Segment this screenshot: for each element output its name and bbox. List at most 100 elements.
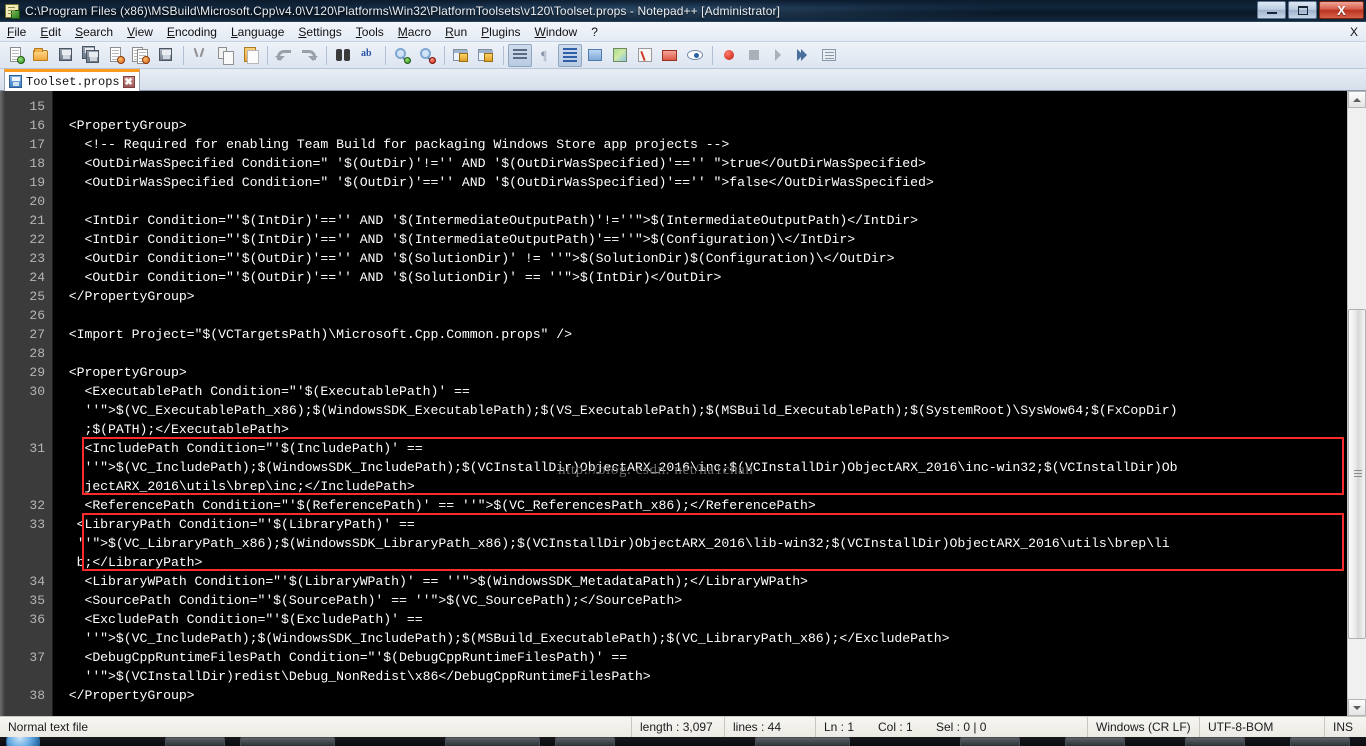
menu-run[interactable]: Run [438,22,474,42]
code-line: <OutDirWasSpecified Condition=" '$(OutDi… [53,156,926,171]
code-text-area[interactable]: <PropertyGroup> <!-- Required for enabli… [53,91,1347,716]
code-line: <!-- Required for enabling Team Build fo… [53,137,730,152]
menu-language[interactable]: Language [224,22,291,42]
scrollbar-thumb[interactable] [1348,309,1366,639]
replace-icon[interactable]: ab [356,44,380,67]
copy-icon[interactable] [213,44,237,67]
sync-horizontal-icon[interactable] [474,44,498,67]
zoom-out-icon[interactable] [415,44,439,67]
code-line: <SourcePath Condition="'$(SourcePath)' =… [53,593,683,608]
sync-vertical-icon[interactable] [449,44,473,67]
new-file-icon[interactable] [4,44,28,67]
toolbar-separator-7 [712,45,713,65]
menu-encoding[interactable]: Encoding [160,22,224,42]
tab-close-icon[interactable]: ✖ [122,75,135,88]
line-number: 15 [29,99,45,114]
window-title: C:\Program Files (x86)\MSBuild\Microsoft… [25,3,781,18]
taskbar-item-3[interactable] [445,737,540,746]
menu-settings[interactable]: Settings [291,22,348,42]
status-insert-mode: INS [1333,719,1354,734]
print-icon[interactable] [154,44,178,67]
code-line: ''">$(VC_IncludePath);$(WindowsSDK_Inclu… [53,631,950,646]
zoom-in-icon[interactable] [390,44,414,67]
folder-as-workspace-icon[interactable] [658,44,682,67]
start-orb-icon[interactable] [6,737,40,746]
menu-plugins[interactable]: Plugins [474,22,527,42]
line-number: 21 [29,213,45,228]
menu-bar: File Edit Search View Encoding Language … [0,22,1366,42]
document-map-icon[interactable] [608,44,632,67]
line-number: 19 [29,175,45,190]
line-number: 24 [29,270,45,285]
user-defined-dialog-icon[interactable] [583,44,607,67]
line-number-gutter: 15 16 17 18 19 20 21 22 23 24 25 26 27 28 29 30 31 32 33 34… [0,91,53,716]
record-macro-icon[interactable] [717,44,741,67]
menu-bar-right-marker: X [1349,24,1358,39]
restore-button[interactable] [1288,1,1317,19]
find-icon[interactable] [331,44,355,67]
menu-macro[interactable]: Macro [391,22,438,42]
editor-area[interactable]: 15 16 17 18 19 20 21 22 23 24 25 26 27 28 29 30 31 32 33 34… [0,91,1366,716]
title-bar: C:\Program Files (x86)\MSBuild\Microsoft… [0,0,1366,22]
close-file-icon[interactable] [104,44,128,67]
line-number: 36 [29,612,45,627]
minimize-button[interactable] [1257,1,1286,19]
menu-window[interactable]: Window [528,22,585,42]
redo-icon[interactable] [297,44,321,67]
line-number: 30 [29,384,45,399]
taskbar-item-7[interactable] [1065,737,1125,746]
scroll-down-arrow-icon[interactable] [1348,699,1366,716]
line-number: 28 [29,346,45,361]
menu-search[interactable]: Search [68,22,120,42]
save-macro-icon[interactable] [817,44,841,67]
stop-recording-icon[interactable] [742,44,766,67]
taskbar-item-5[interactable] [755,737,850,746]
line-number: 23 [29,251,45,266]
vertical-scrollbar[interactable] [1347,91,1366,716]
line-number: 32 [29,498,45,513]
menu-edit[interactable]: Edit [33,22,68,42]
word-wrap-icon[interactable] [508,43,532,67]
status-ln: Ln : 1 [815,716,870,738]
line-number: 18 [29,156,45,171]
menu-help[interactable]: ? [584,22,605,42]
monitoring-icon[interactable] [683,44,707,67]
tab-toolset-props[interactable]: Toolset.props ✖ [4,69,140,91]
function-list-icon[interactable] [633,44,657,67]
line-number: 25 [29,289,45,304]
menu-file[interactable]: File [0,22,33,42]
menu-view[interactable]: View [120,22,160,42]
play-macro-icon[interactable] [767,44,791,67]
taskbar-item-2[interactable] [240,737,335,746]
scroll-up-arrow-icon[interactable] [1348,91,1366,108]
close-all-icon[interactable] [129,44,153,67]
indent-guide-icon[interactable] [558,43,582,67]
show-all-characters-icon[interactable]: ¶ [533,44,557,67]
code-line: <ExecutablePath Condition="'$(Executable… [53,384,470,399]
close-button[interactable]: X [1319,1,1364,19]
toolbar-separator-2 [267,45,268,65]
status-eol: Windows (CR LF) [1088,716,1200,738]
menu-tools[interactable]: Tools [349,22,391,42]
taskbar-item-4[interactable] [555,737,615,746]
line-number: 38 [29,688,45,703]
cut-icon[interactable] [188,44,212,67]
taskbar-item-9[interactable] [1290,737,1350,746]
code-line: ;$(PATH);</ExecutablePath> [53,422,289,437]
taskbar-item-8[interactable] [1185,737,1245,746]
taskbar-item-6[interactable] [960,737,1020,746]
code-line: <IntDir Condition="'$(IntDir)'=='' AND '… [53,213,919,228]
code-line: <ReferencePath Condition="'$(ReferencePa… [53,498,816,513]
toolbar-separator-5 [444,45,445,65]
code-line: <IncludePath Condition="'$(IncludePath)'… [53,441,423,456]
taskbar-item-1[interactable] [165,737,225,746]
open-file-icon[interactable] [29,44,53,67]
status-bar: Normal text file length : 3,097 lines : … [0,716,1366,738]
run-macro-multiple-icon[interactable] [792,44,816,67]
windows-taskbar [0,737,1366,746]
undo-icon[interactable] [272,44,296,67]
code-line: <Import Project="$(VCTargetsPath)\Micros… [53,327,573,342]
save-all-icon[interactable] [79,44,103,67]
paste-icon[interactable] [238,44,262,67]
save-icon[interactable] [54,44,78,67]
